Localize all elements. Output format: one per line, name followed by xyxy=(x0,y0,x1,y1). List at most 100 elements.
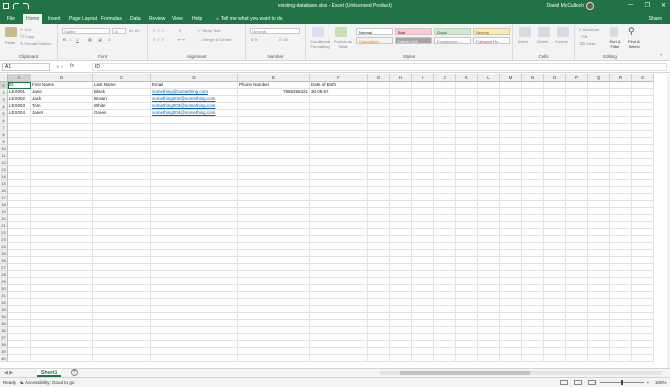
cell-e10[interactable] xyxy=(238,145,310,152)
cell-j10[interactable] xyxy=(434,145,456,152)
cell-k34[interactable] xyxy=(456,313,478,320)
cell-c26[interactable] xyxy=(93,257,151,264)
cell-i12[interactable] xyxy=(412,159,434,166)
cell-q2[interactable] xyxy=(588,89,610,96)
cell-o40[interactable] xyxy=(544,355,566,362)
cell-b27[interactable] xyxy=(31,264,93,271)
cell-c20[interactable] xyxy=(93,215,151,222)
paste-icon[interactable] xyxy=(5,27,17,37)
cell-e12[interactable] xyxy=(238,159,310,166)
cell-i36[interactable] xyxy=(412,327,434,334)
row-header[interactable]: 20 xyxy=(0,215,8,222)
cell-l4[interactable] xyxy=(478,103,500,110)
cell-m19[interactable] xyxy=(500,208,522,215)
cell-d24[interactable] xyxy=(151,243,238,250)
cell-b14[interactable] xyxy=(31,173,93,180)
row-header[interactable]: 36 xyxy=(0,327,8,334)
cell-s6[interactable] xyxy=(632,117,654,124)
cell-b8[interactable] xyxy=(31,131,93,138)
cell-i28[interactable] xyxy=(412,271,434,278)
cell-b28[interactable] xyxy=(31,271,93,278)
cell-n30[interactable] xyxy=(522,285,544,292)
cell-q28[interactable] xyxy=(588,271,610,278)
cell-c12[interactable] xyxy=(93,159,151,166)
cell-f14[interactable] xyxy=(310,173,368,180)
cell-k40[interactable] xyxy=(456,355,478,362)
cell-n21[interactable] xyxy=(522,222,544,229)
cell-q5[interactable] xyxy=(588,110,610,117)
cell-q7[interactable] xyxy=(588,124,610,131)
cell-q30[interactable] xyxy=(588,285,610,292)
cell-b12[interactable] xyxy=(31,159,93,166)
cell-m20[interactable] xyxy=(500,215,522,222)
cell-k11[interactable] xyxy=(456,152,478,159)
align-top-icons[interactable]: ≡≡≡ xyxy=(153,28,166,33)
cell-e25[interactable] xyxy=(238,250,310,257)
cell-e11[interactable] xyxy=(238,152,310,159)
cell-s23[interactable] xyxy=(632,236,654,243)
cell-o25[interactable] xyxy=(544,250,566,257)
cell-a8[interactable] xyxy=(8,131,31,138)
cell-s32[interactable] xyxy=(632,299,654,306)
cell-l17[interactable] xyxy=(478,194,500,201)
cell-r4[interactable] xyxy=(610,103,632,110)
cell-n4[interactable] xyxy=(522,103,544,110)
tab-formulas[interactable]: Formulas xyxy=(98,14,125,24)
row-header[interactable]: 6 xyxy=(0,117,8,124)
cell-h22[interactable] xyxy=(390,229,412,236)
cell-q19[interactable] xyxy=(588,208,610,215)
cell-e40[interactable] xyxy=(238,355,310,362)
decimal-icons[interactable]: .0 .00 xyxy=(278,37,288,42)
row-header[interactable]: 23 xyxy=(0,236,8,243)
cell-l11[interactable] xyxy=(478,152,500,159)
cell-f28[interactable] xyxy=(310,271,368,278)
cell-l22[interactable] xyxy=(478,229,500,236)
cell-s30[interactable] xyxy=(632,285,654,292)
cell-c8[interactable] xyxy=(93,131,151,138)
cell-h10[interactable] xyxy=(390,145,412,152)
zoom-knob[interactable] xyxy=(620,380,623,385)
cell-m4[interactable] xyxy=(500,103,522,110)
cell-h21[interactable] xyxy=(390,222,412,229)
cell-o33[interactable] xyxy=(544,306,566,313)
cell-f39[interactable] xyxy=(310,348,368,355)
row-header[interactable]: 25 xyxy=(0,250,8,257)
cell-b23[interactable] xyxy=(31,236,93,243)
align-left-icons[interactable]: ≡≡≡ xyxy=(153,37,166,42)
cell-c23[interactable] xyxy=(93,236,151,243)
cell-i19[interactable] xyxy=(412,208,434,215)
column-header-h[interactable]: H xyxy=(390,74,412,82)
cell-i27[interactable] xyxy=(412,264,434,271)
cell-f26[interactable] xyxy=(310,257,368,264)
cell-j32[interactable] xyxy=(434,299,456,306)
row-header[interactable]: 39 xyxy=(0,348,8,355)
cell-s31[interactable] xyxy=(632,292,654,299)
cell-f29[interactable] xyxy=(310,278,368,285)
cell-j4[interactable] xyxy=(434,103,456,110)
cell-s37[interactable] xyxy=(632,334,654,341)
cell-q21[interactable] xyxy=(588,222,610,229)
cell-h9[interactable] xyxy=(390,138,412,145)
cell-q18[interactable] xyxy=(588,201,610,208)
cell-l16[interactable] xyxy=(478,187,500,194)
style-normal[interactable]: Normal xyxy=(356,28,393,35)
cell-s3[interactable] xyxy=(632,96,654,103)
cell-b11[interactable] xyxy=(31,152,93,159)
cell-m23[interactable] xyxy=(500,236,522,243)
cell-g1[interactable] xyxy=(368,82,390,89)
cell-m40[interactable] xyxy=(500,355,522,362)
cell-f2[interactable]: 30.09.67 xyxy=(310,89,368,96)
cell-s27[interactable] xyxy=(632,264,654,271)
cell-l2[interactable] xyxy=(478,89,500,96)
cell-d32[interactable] xyxy=(151,299,238,306)
cell-h14[interactable] xyxy=(390,173,412,180)
cell-k33[interactable] xyxy=(456,306,478,313)
cell-n17[interactable] xyxy=(522,194,544,201)
column-header-e[interactable]: E xyxy=(238,74,310,82)
cell-m37[interactable] xyxy=(500,334,522,341)
zoom-percent[interactable]: 100% xyxy=(655,380,667,385)
cell-n29[interactable] xyxy=(522,278,544,285)
cell-g25[interactable] xyxy=(368,250,390,257)
cell-p16[interactable] xyxy=(566,187,588,194)
cell-r12[interactable] xyxy=(610,159,632,166)
